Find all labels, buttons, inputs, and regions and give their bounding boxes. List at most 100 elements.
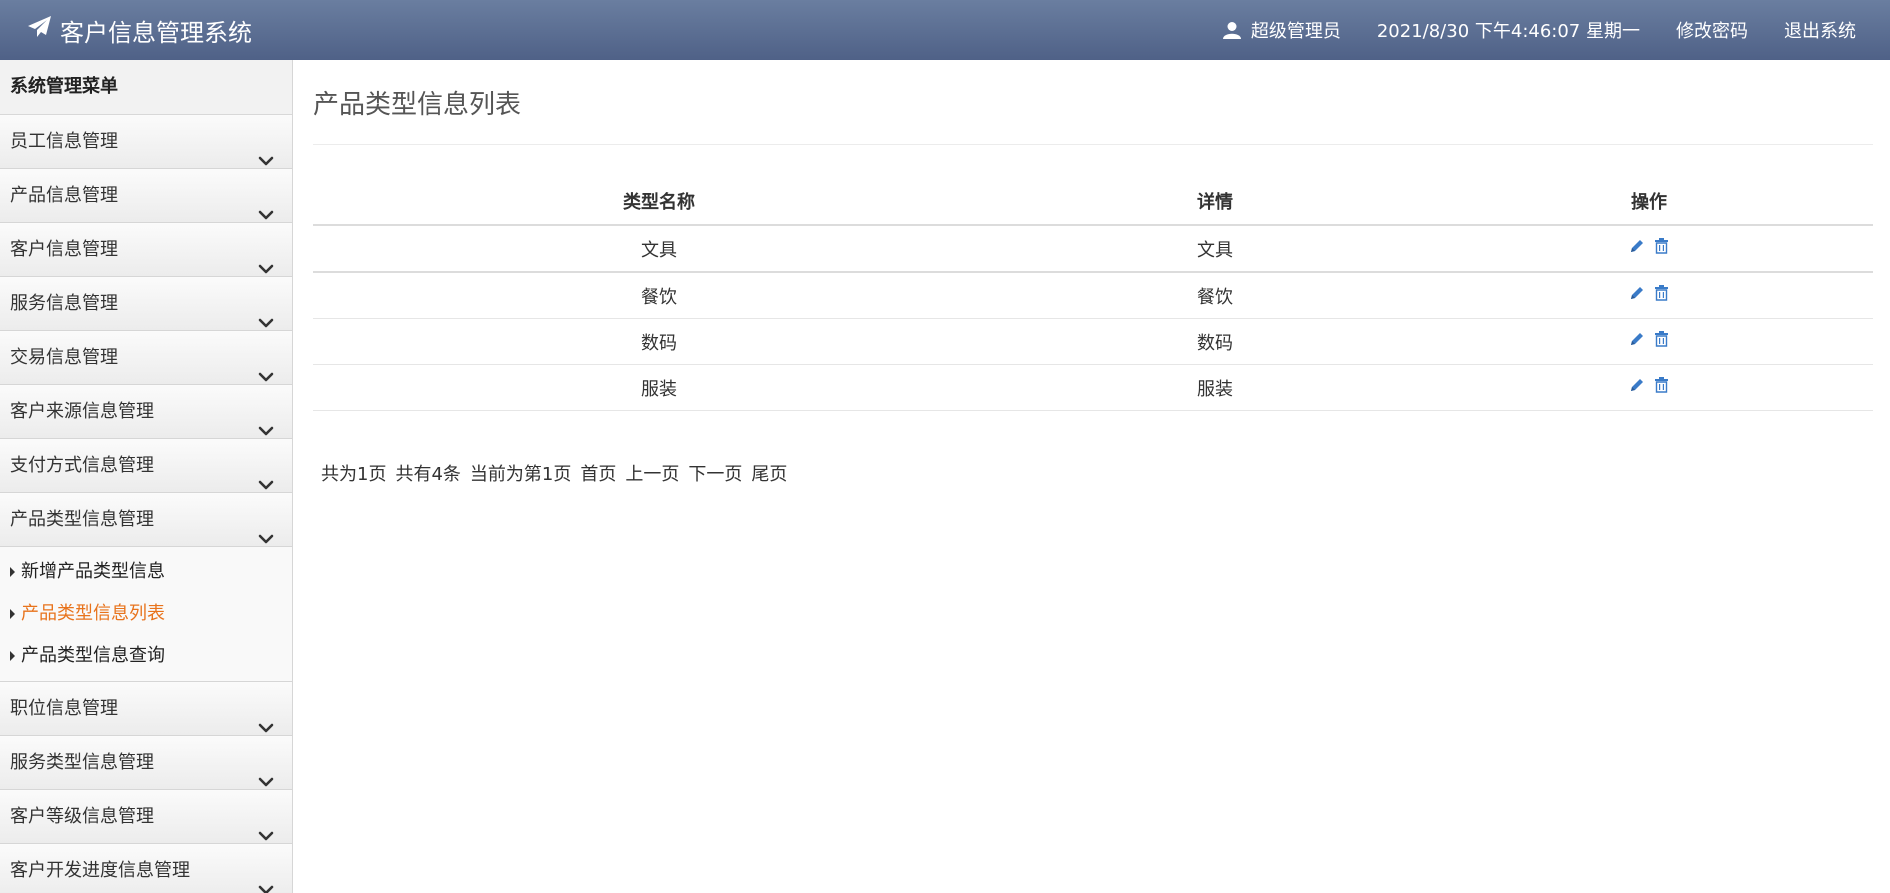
- chevron-down-icon: [258, 352, 274, 382]
- row-actions: [1629, 285, 1669, 301]
- change-password-link[interactable]: 修改密码: [1676, 17, 1748, 43]
- user-info: 超级管理员: [1222, 17, 1341, 43]
- cell-actions: [1425, 225, 1873, 273]
- sidebar-menu-label: 客户开发进度信息管理: [10, 860, 190, 881]
- table-header-row: 类型名称 详情 操作: [313, 178, 1873, 226]
- sidebar-submenu-item[interactable]: 产品类型信息列表: [0, 593, 292, 635]
- pager-last-link[interactable]: 尾页: [751, 460, 787, 486]
- sidebar-menu-item[interactable]: 服务信息管理: [0, 277, 292, 331]
- title-divider: [313, 144, 1873, 145]
- caret-right-icon: [10, 609, 15, 619]
- sidebar-menu-item[interactable]: 产品类型信息管理: [0, 493, 292, 547]
- top-header: 客户信息管理系统 超级管理员 2021/8/30 下午4:46:07 星期一 修…: [0, 0, 1890, 60]
- cell-actions: [1425, 364, 1873, 411]
- sidebar-menu-item[interactable]: 员工信息管理: [0, 115, 292, 169]
- chevron-down-icon: [258, 703, 274, 733]
- chevron-down-icon: [258, 865, 274, 893]
- cell-detail: 餐饮: [1005, 272, 1425, 319]
- column-header-name: 类型名称: [313, 178, 1005, 226]
- logout-link[interactable]: 退出系统: [1784, 17, 1856, 43]
- cell-type-name: 文具: [313, 225, 1005, 273]
- pencil-icon[interactable]: [1629, 285, 1645, 301]
- sidebar-menu-label: 客户来源信息管理: [10, 401, 154, 422]
- trash-icon[interactable]: [1654, 285, 1669, 301]
- sidebar-menu-item[interactable]: 交易信息管理: [0, 331, 292, 385]
- row-actions: [1629, 238, 1669, 254]
- chevron-down-icon: [258, 190, 274, 220]
- trash-icon[interactable]: [1654, 377, 1669, 393]
- current-datetime: 2021/8/30 下午4:46:07 星期一: [1376, 21, 1640, 42]
- pager-total-records: 共有4条: [395, 464, 461, 485]
- pager-first-link[interactable]: 首页: [580, 460, 616, 486]
- sidebar-menu-item[interactable]: 职位信息管理: [0, 682, 292, 736]
- caret-right-icon: [10, 567, 15, 577]
- column-header-detail: 详情: [1005, 178, 1425, 226]
- sidebar-menu-label: 服务类型信息管理: [10, 752, 154, 773]
- pager-next-link[interactable]: 下一页: [688, 460, 742, 486]
- cell-actions: [1425, 318, 1873, 365]
- trash-icon[interactable]: [1654, 238, 1669, 254]
- sidebar-menu-label: 产品类型信息管理: [10, 509, 154, 530]
- sidebar-menu-label: 产品信息管理: [10, 185, 118, 206]
- row-actions: [1629, 331, 1669, 347]
- sidebar-menu-item[interactable]: 支付方式信息管理: [0, 439, 292, 493]
- pagination: 共为1页 共有4条 当前为第1页 首页 上一页 下一页 尾页: [321, 460, 796, 486]
- sidebar-submenu-item[interactable]: 新增产品类型信息: [0, 551, 292, 593]
- cell-actions: [1425, 272, 1873, 319]
- row-actions: [1629, 377, 1669, 393]
- table-row: 数码 数码: [313, 318, 1873, 365]
- pager-current-page: 当前为第1页: [469, 464, 572, 485]
- sidebar-submenu-label: 产品类型信息查询: [21, 645, 165, 666]
- sidebar-menu-item[interactable]: 客户等级信息管理: [0, 790, 292, 844]
- table-row: 服装 服装: [313, 364, 1873, 411]
- sidebar-menu-label: 交易信息管理: [10, 347, 118, 368]
- sidebar-submenu-label: 新增产品类型信息: [21, 561, 165, 582]
- pencil-icon[interactable]: [1629, 331, 1645, 347]
- pencil-icon[interactable]: [1629, 377, 1645, 393]
- column-header-actions: 操作: [1425, 178, 1873, 226]
- chevron-down-icon: [258, 811, 274, 841]
- brand: 客户信息管理系统: [28, 0, 252, 60]
- table-body: 文具 文具 餐饮 餐饮 数码 数码 服装 服装: [313, 225, 1873, 411]
- sidebar-title: 系统管理菜单: [0, 60, 292, 115]
- sidebar-menu-label: 员工信息管理: [10, 131, 118, 152]
- sidebar-menu-item[interactable]: 产品信息管理: [0, 169, 292, 223]
- pager-total-pages: 共为1页: [321, 464, 387, 485]
- sidebar-menu-item[interactable]: 服务类型信息管理: [0, 736, 292, 790]
- cell-detail: 数码: [1005, 318, 1425, 365]
- sidebar-menu-item[interactable]: 客户来源信息管理: [0, 385, 292, 439]
- cell-type-name: 餐饮: [313, 272, 1005, 319]
- page-title: 产品类型信息列表: [313, 90, 522, 120]
- sidebar-menu-item[interactable]: 客户信息管理: [0, 223, 292, 277]
- caret-right-icon: [10, 651, 15, 661]
- chevron-down-icon: [258, 244, 274, 274]
- top-nav: 超级管理员 2021/8/30 下午4:46:07 星期一 修改密码 退出系统: [1222, 0, 1856, 60]
- pager-prev-link[interactable]: 上一页: [625, 460, 679, 486]
- cell-detail: 文具: [1005, 225, 1425, 273]
- trash-icon[interactable]: [1654, 331, 1669, 347]
- sidebar-submenu: 新增产品类型信息 产品类型信息列表 产品类型信息查询: [0, 547, 292, 682]
- table-row: 文具 文具: [313, 225, 1873, 273]
- sidebar-menu-label: 支付方式信息管理: [10, 455, 154, 476]
- chevron-down-icon: [258, 136, 274, 166]
- sidebar-submenu-item[interactable]: 产品类型信息查询: [0, 635, 292, 677]
- cell-type-name: 服装: [313, 364, 1005, 411]
- sidebar-menu-label: 客户等级信息管理: [10, 806, 154, 827]
- sidebar-menu-label: 职位信息管理: [10, 698, 118, 719]
- user-icon: [1222, 21, 1241, 39]
- table-row: 餐饮 餐饮: [313, 272, 1873, 319]
- sidebar-menu-item[interactable]: 客户开发进度信息管理: [0, 844, 292, 893]
- chevron-down-icon: [258, 406, 274, 436]
- chevron-down-icon: [258, 460, 274, 490]
- main-content: 产品类型信息列表 类型名称 详情 操作 文具 文具 餐饮 餐饮 数码 数码 服装 服装 共为1…: [313, 60, 1873, 893]
- chevron-down-icon: [258, 298, 274, 328]
- cell-type-name: 数码: [313, 318, 1005, 365]
- product-type-table: 类型名称 详情 操作 文具 文具 餐饮 餐饮 数码 数码 服装 服装: [313, 178, 1873, 411]
- user-name: 超级管理员: [1250, 21, 1341, 42]
- sidebar-submenu-label: 产品类型信息列表: [21, 603, 165, 624]
- paper-plane-icon: [28, 16, 60, 44]
- cell-detail: 服装: [1005, 364, 1425, 411]
- sidebar-menu-label: 服务信息管理: [10, 293, 118, 314]
- pencil-icon[interactable]: [1629, 238, 1645, 254]
- sidebar: 系统管理菜单 员工信息管理 产品信息管理客户信息管理服务信息管理 交易信息管理客户来…: [0, 60, 293, 893]
